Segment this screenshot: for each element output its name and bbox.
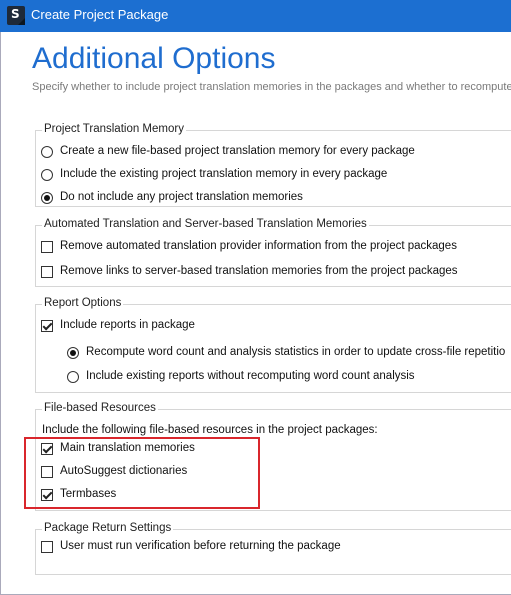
group-project-tm-legend: Project Translation Memory bbox=[42, 123, 186, 135]
radio-do-not-include-tm[interactable] bbox=[41, 192, 53, 204]
checkbox-remove-at-provider[interactable] bbox=[41, 241, 53, 253]
radio-include-existing-reports-label[interactable]: Include existing reports without recompu… bbox=[86, 370, 415, 382]
page-heading: Additional Options bbox=[32, 42, 276, 75]
checkbox-include-reports[interactable] bbox=[41, 320, 53, 332]
checkbox-user-must-verify[interactable] bbox=[41, 541, 53, 553]
radio-do-not-include-tm-label[interactable]: Do not include any project translation m… bbox=[60, 191, 303, 203]
wizard-page: Additional Options Specify whether to in… bbox=[0, 32, 511, 595]
group-report-options-legend: Report Options bbox=[42, 297, 124, 309]
radio-create-new-tm[interactable] bbox=[41, 146, 53, 158]
checkbox-remove-at-provider-label[interactable]: Remove automated translation provider in… bbox=[60, 240, 457, 252]
checkbox-remove-server-tm-links[interactable] bbox=[41, 266, 53, 278]
resources-intro-text: Include the following file-based resourc… bbox=[42, 424, 378, 436]
group-package-return bbox=[35, 529, 511, 575]
checkbox-remove-server-tm-links-label[interactable]: Remove links to server-based translation… bbox=[60, 265, 458, 277]
app-logo-icon: S bbox=[7, 6, 25, 25]
window-title: Create Project Package bbox=[31, 7, 169, 22]
checkbox-include-reports-label[interactable]: Include reports in package bbox=[60, 319, 195, 331]
checkbox-user-must-verify-label[interactable]: User must run verification before return… bbox=[60, 540, 341, 552]
radio-include-existing-reports[interactable] bbox=[67, 371, 79, 383]
page-subtitle: Specify whether to include project trans… bbox=[32, 81, 511, 93]
group-file-based-resources-legend: File-based Resources bbox=[42, 402, 158, 414]
group-package-return-legend: Package Return Settings bbox=[42, 522, 174, 534]
highlight-annotation-box bbox=[24, 437, 260, 509]
radio-include-existing-tm-label[interactable]: Include the existing project translation… bbox=[60, 168, 387, 180]
radio-include-existing-tm[interactable] bbox=[41, 169, 53, 181]
group-automated-translation bbox=[35, 225, 511, 287]
radio-create-new-tm-label[interactable]: Create a new file-based project translat… bbox=[60, 145, 415, 157]
radio-recompute-word-count[interactable] bbox=[67, 347, 79, 359]
radio-recompute-word-count-label[interactable]: Recompute word count and analysis statis… bbox=[86, 346, 505, 358]
title-bar: S Create Project Package bbox=[0, 0, 511, 32]
group-automated-translation-legend: Automated Translation and Server-based T… bbox=[42, 218, 369, 230]
